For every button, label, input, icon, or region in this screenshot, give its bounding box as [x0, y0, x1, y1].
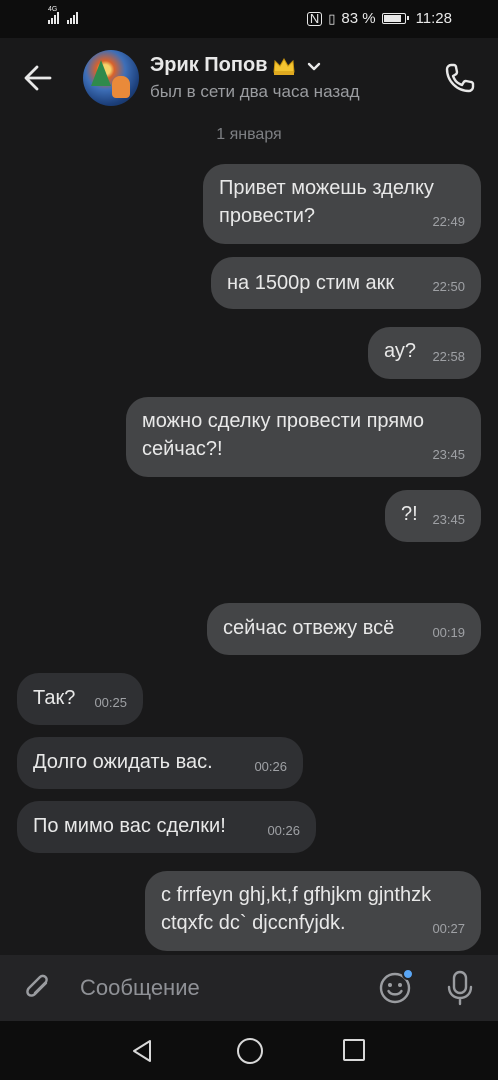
- date-separator: 1 января: [216, 126, 282, 143]
- status-bar: 4G N ▯ 83 % 11:28: [0, 0, 498, 38]
- vibrate-icon: ▯: [328, 10, 336, 26]
- composer: Сообщение: [0, 955, 498, 1021]
- status-right: N ▯ 83 % 11:28: [306, 10, 452, 27]
- message-time: 22:49: [432, 214, 465, 229]
- nav-recents-icon[interactable]: [343, 1039, 365, 1061]
- message-time: 22:58: [432, 349, 465, 364]
- message-text: можно сделку провести прямо сейчас?!: [142, 410, 425, 460]
- message-time: 23:45: [432, 512, 465, 527]
- message-text: ?!: [401, 503, 418, 525]
- message-text: Долго ожидать вас.: [33, 751, 213, 773]
- nav-back-icon[interactable]: [130, 1038, 154, 1064]
- message-time: 23:45: [432, 447, 465, 462]
- message-text: По мимо вас сделки!: [33, 815, 226, 837]
- message-time: 00:26: [267, 823, 300, 838]
- message-text: ау?: [384, 340, 417, 362]
- chevron-down-icon[interactable]: [304, 56, 324, 76]
- system-nav-bar: [0, 1021, 498, 1080]
- message-input[interactable]: Сообщение: [80, 975, 200, 1001]
- message-text: c frrfeyn ghj,kt,f gfhjkm gjnthzk ctqxfc…: [161, 884, 432, 934]
- last-seen-status: был в сети два часа назад: [150, 82, 360, 101]
- message-bubble-incoming[interactable]: Долго ожидать вас. 00:26: [17, 737, 303, 789]
- signal-icon-2: [67, 10, 78, 24]
- network-type: 4G: [48, 6, 58, 13]
- message-text: сейчас отвежу всё: [223, 617, 395, 639]
- chat-header: Эрик Попов был в сети два часа назад: [0, 38, 498, 118]
- message-time: 22:50: [432, 279, 465, 294]
- paperclip-icon[interactable]: [22, 971, 56, 1005]
- message-bubble-outgoing[interactable]: Привет можешь зделку провести? 22:49: [203, 164, 481, 244]
- message-text: на 1500р стим акк: [227, 272, 395, 294]
- signal-icon: 4G: [48, 6, 59, 24]
- message-bubble-outgoing[interactable]: ау? 22:58: [368, 327, 481, 379]
- emoji-icon[interactable]: [378, 968, 414, 1005]
- message-time: 00:27: [432, 921, 465, 936]
- message-bubble-outgoing[interactable]: ?! 23:45: [385, 490, 481, 542]
- message-bubble-incoming[interactable]: Так? 00:25: [17, 673, 143, 725]
- clock: 11:28: [415, 10, 452, 27]
- microphone-icon[interactable]: [443, 969, 477, 1007]
- message-bubble-incoming[interactable]: По мимо вас сделки! 00:26: [17, 801, 316, 853]
- crown-icon: [272, 57, 295, 75]
- battery-percent: 83 %: [341, 10, 376, 27]
- message-time: 00:19: [432, 625, 465, 640]
- avatar[interactable]: [83, 50, 139, 106]
- message-bubble-outgoing[interactable]: сейчас отвежу всё 00:19: [207, 603, 481, 655]
- nav-home-icon[interactable]: [237, 1038, 263, 1064]
- contact-name-row[interactable]: Эрик Попов: [150, 54, 324, 77]
- message-time: 00:25: [94, 695, 127, 710]
- message-text: Привет можешь зделку провести?: [219, 177, 434, 227]
- notification-dot: [402, 968, 414, 980]
- message-time: 00:26: [254, 759, 287, 774]
- message-list[interactable]: 1 января Привет можешь зделку провести? …: [0, 118, 498, 953]
- message-bubble-outgoing[interactable]: c frrfeyn ghj,kt,f gfhjkm gjnthzk ctqxfc…: [145, 871, 481, 951]
- nfc-icon: N: [306, 11, 323, 26]
- battery-icon: [381, 13, 409, 24]
- back-arrow-icon[interactable]: [20, 60, 56, 96]
- phone-call-icon[interactable]: [442, 60, 478, 96]
- message-bubble-outgoing[interactable]: можно сделку провести прямо сейчас?! 23:…: [126, 397, 481, 477]
- contact-name[interactable]: Эрик Попов: [150, 54, 268, 77]
- message-text: Так?: [33, 687, 76, 709]
- message-bubble-outgoing[interactable]: на 1500р стим акк 22:50: [211, 257, 481, 309]
- signal-indicators: 4G: [48, 6, 78, 24]
